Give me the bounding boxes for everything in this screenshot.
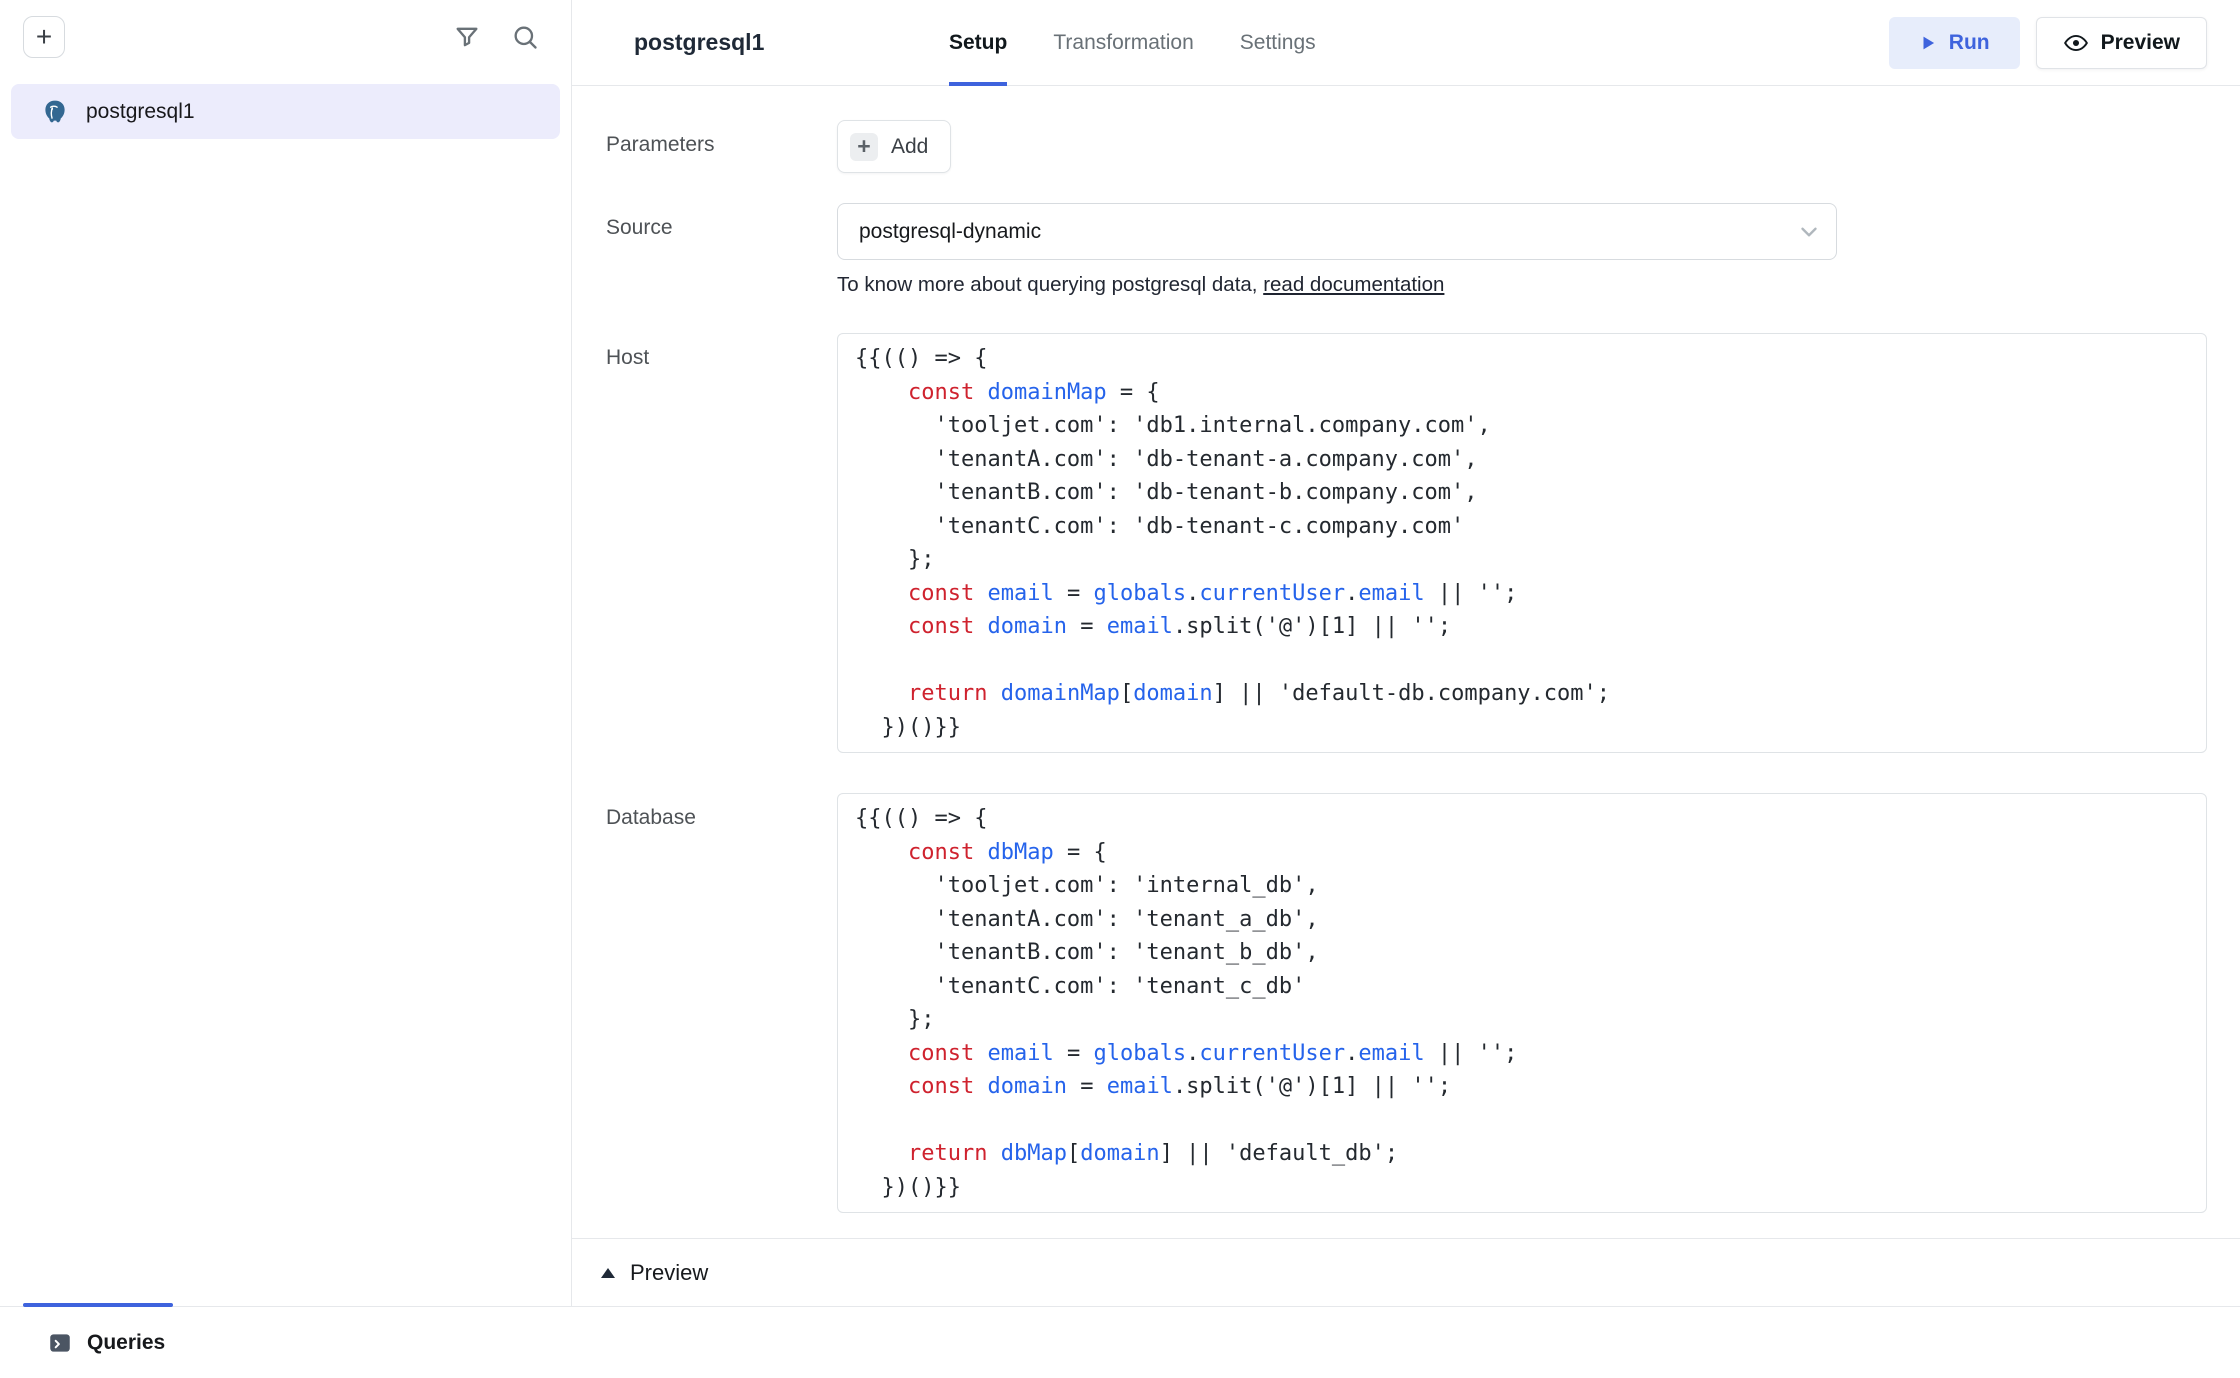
source-row: Source postgresql-dynamic To know more a…	[606, 203, 2207, 297]
tab-setup[interactable]: Setup	[949, 0, 1007, 86]
host-code-editor[interactable]: {{(() => { const domainMap = { 'tooljet.…	[837, 333, 2207, 753]
database-row: Database {{(() => { const dbMap = { 'too…	[606, 793, 2207, 1213]
read-documentation-link[interactable]: read documentation	[1263, 273, 1444, 296]
app-window: + postgresql1	[0, 0, 2240, 1378]
queries-sidebar: + postgresql1	[0, 0, 572, 1306]
database-code-editor[interactable]: {{(() => { const dbMap = { 'tooljet.com'…	[837, 793, 2207, 1213]
query-name-title[interactable]: postgresql1	[634, 29, 764, 56]
preview-section-toggle[interactable]: Preview	[572, 1238, 2240, 1306]
sidebar-toolbar: +	[0, 0, 571, 58]
query-list-item-postgresql1[interactable]: postgresql1	[11, 84, 560, 139]
preview-button[interactable]: Preview	[2036, 17, 2207, 69]
query-tabs: Setup Transformation Settings	[949, 0, 1316, 85]
add-query-button[interactable]: +	[23, 16, 65, 58]
chevron-down-icon	[1796, 219, 1822, 245]
bottom-panel-bar: Queries	[0, 1306, 2240, 1378]
source-select[interactable]: postgresql-dynamic	[837, 203, 1837, 260]
query-header: postgresql1 Setup Transformation Setting…	[572, 0, 2240, 86]
source-helper-text: To know more about querying postgresql d…	[837, 273, 2207, 297]
parameters-row: Parameters + Add	[606, 120, 2207, 173]
preview-section-label: Preview	[630, 1260, 708, 1286]
play-icon	[1919, 34, 1937, 52]
body-row: + postgresql1	[0, 0, 2240, 1306]
queries-icon	[47, 1330, 73, 1356]
add-parameter-button[interactable]: + Add	[837, 120, 951, 173]
filter-icon[interactable]	[453, 23, 481, 51]
query-item-label: postgresql1	[86, 100, 195, 124]
source-label: Source	[606, 203, 837, 240]
queries-tab[interactable]: Queries	[87, 1331, 165, 1355]
search-icon[interactable]	[511, 23, 539, 51]
plus-icon: +	[850, 133, 878, 161]
parameters-label: Parameters	[606, 120, 837, 157]
host-row: Host {{(() => { const domainMap = { 'too…	[606, 333, 2207, 753]
query-editor-panel: postgresql1 Setup Transformation Setting…	[572, 0, 2240, 1306]
collapse-up-icon	[600, 1267, 616, 1279]
database-label: Database	[606, 793, 837, 830]
header-actions: Run Preview	[1889, 17, 2207, 69]
tab-settings[interactable]: Settings	[1240, 0, 1316, 86]
query-list: postgresql1	[0, 58, 571, 139]
eye-icon	[2063, 30, 2089, 56]
queries-tab-active-indicator	[23, 1303, 173, 1307]
source-select-value: postgresql-dynamic	[859, 220, 1041, 244]
run-button[interactable]: Run	[1889, 17, 2020, 69]
host-label: Host	[606, 333, 837, 370]
postgresql-icon	[41, 98, 69, 126]
query-setup-form: Parameters + Add Source postgresql-dynam…	[572, 86, 2240, 1213]
tab-transformation[interactable]: Transformation	[1053, 0, 1193, 86]
